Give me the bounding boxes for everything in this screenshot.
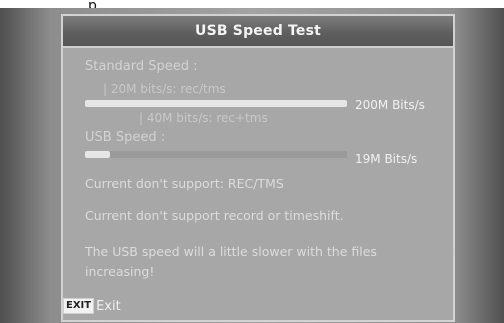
- usb-speed-bar: [85, 151, 347, 158]
- usb-speed-label: USB Speed :: [85, 130, 166, 145]
- standard-speed-note-rec-tms: | 20M bits/s: rec/tms: [103, 82, 226, 96]
- standard-speed-note-rec-plus-tms: | 40M bits/s: rec+tms: [139, 111, 268, 125]
- support-rec-tms-message: Current don't support: REC/TMS: [85, 176, 284, 191]
- exit-key-icon: EXIT: [63, 298, 95, 314]
- exit-control[interactable]: EXIT Exit: [63, 298, 121, 314]
- tv-screen: USB Speed Test Standard Speed : | 20M bi…: [0, 8, 504, 323]
- standard-speed-bar-fill: [85, 100, 347, 107]
- usb-speed-value: 19M Bits/s: [355, 152, 418, 166]
- standard-speed-bar: [85, 100, 347, 107]
- dialog-title: USB Speed Test: [63, 16, 453, 48]
- support-record-message: Current don't support record or timeshif…: [85, 208, 344, 223]
- usb-speed-bar-fill: [85, 151, 110, 158]
- slowdown-message: The USB speed will a little slower with …: [85, 244, 377, 279]
- standard-speed-value: 200M Bits/s: [355, 98, 425, 112]
- standard-speed-label: Standard Speed :: [85, 59, 198, 74]
- exit-label: Exit: [96, 298, 121, 314]
- usb-speed-test-dialog: USB Speed Test Standard Speed : | 20M bi…: [61, 14, 455, 322]
